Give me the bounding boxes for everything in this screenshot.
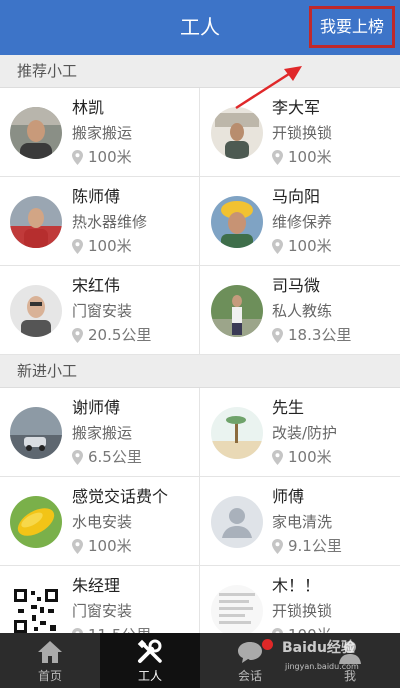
tab-workers[interactable]: 工人 (100, 633, 200, 688)
section-header-recommended: 推荐小工 (0, 55, 400, 88)
worker-card[interactable]: 陈师傅 热水器维修 100米 (0, 177, 200, 266)
worker-name: 朱经理 (72, 576, 121, 595)
distance-text: 100米 (288, 448, 332, 466)
avatar (10, 107, 62, 159)
distance-text: 11.5公里 (88, 625, 151, 633)
section-header-new: 新进小工 (0, 355, 400, 388)
distance-text: 100米 (288, 148, 332, 166)
avatar (211, 196, 263, 248)
worker-service: 水电安装 (72, 513, 133, 531)
tools-icon (137, 639, 162, 663)
worker-distance: 100米 (72, 536, 132, 556)
avatar (10, 196, 62, 248)
location-pin-icon (72, 327, 83, 343)
worker-name: 宋红伟 (72, 276, 121, 295)
worker-distance: 100米 (72, 236, 132, 256)
app-header: 工人 我要上榜 (0, 0, 400, 55)
worker-distance: 18.3公里 (272, 325, 351, 345)
worker-name: 李大军 (272, 98, 321, 117)
notification-badge (262, 639, 273, 650)
distance-text: 20.5公里 (88, 326, 152, 344)
worker-name: 马向阳 (272, 187, 321, 206)
tab-label: 首页 (37, 669, 62, 683)
worker-distance: 20.5公里 (72, 325, 151, 345)
avatar (211, 107, 263, 159)
location-pin-icon (72, 149, 83, 165)
worker-grid-new: 谢师傅 搬家搬运 6.5公里 先生 改装/防护 100米 感觉交话费个 水电安装… (0, 388, 400, 633)
worker-card[interactable]: 李大军 开锁换锁 100米 (200, 88, 400, 177)
location-pin-icon (272, 449, 283, 465)
distance-text: 18.3公里 (288, 326, 352, 344)
worker-name: 林凯 (72, 98, 105, 117)
location-pin-icon (272, 238, 283, 254)
worker-service: 家电清洗 (272, 513, 333, 531)
worker-card[interactable]: 谢师傅 搬家搬运 6.5公里 (0, 388, 200, 477)
location-pin-icon (72, 449, 83, 465)
chat-icon (238, 642, 262, 663)
worker-distance: 9.1公里 (272, 536, 342, 556)
worker-service: 开锁换锁 (272, 602, 333, 620)
distance-text: 100米 (288, 237, 332, 255)
avatar (10, 496, 62, 548)
location-pin-icon (72, 238, 83, 254)
distance-text: 100米 (288, 625, 332, 633)
worker-service: 开锁换锁 (272, 124, 333, 142)
location-pin-icon (272, 327, 283, 343)
location-pin-icon (72, 538, 83, 554)
worker-name: 谢师傅 (72, 398, 121, 417)
worker-name: 先生 (272, 398, 305, 417)
avatar (10, 285, 62, 337)
avatar (211, 585, 263, 633)
worker-distance: 100米 (272, 447, 332, 467)
avatar (211, 407, 263, 459)
worker-card[interactable]: 马向阳 维修保养 100米 (200, 177, 400, 266)
distance-text: 9.1公里 (288, 537, 342, 555)
tab-label: 工人 (137, 669, 162, 683)
worker-service: 门窗安装 (72, 302, 133, 320)
baidu-watermark-url: jingyan.baidu.com (285, 662, 359, 671)
worker-service: 改装/防护 (272, 424, 338, 442)
distance-text: 100米 (88, 537, 132, 555)
worker-service: 私人教练 (272, 302, 333, 320)
worker-card[interactable]: 木！！ 开锁换锁 100米 (200, 566, 400, 633)
worker-name: 木！！ (272, 576, 321, 595)
worker-card[interactable]: 先生 改装/防护 100米 (200, 388, 400, 477)
distance-text: 100米 (88, 148, 132, 166)
worker-name: 感觉交话费个 (72, 487, 169, 506)
worker-distance: 6.5公里 (72, 447, 142, 467)
location-pin-icon (272, 149, 283, 165)
worker-card[interactable]: 师傅 家电清洗 9.1公里 (200, 477, 400, 566)
worker-name: 司马微 (272, 276, 321, 295)
worker-service: 搬家搬运 (72, 124, 133, 142)
avatar (10, 407, 62, 459)
worker-list[interactable]: 推荐小工 林凯 搬家搬运 100米 李大军 开锁换锁 100米 陈师傅 热水器维… (0, 55, 400, 633)
worker-card[interactable]: 司马微 私人教练 18.3公里 (200, 266, 400, 355)
avatar (211, 285, 263, 337)
worker-distance: 100米 (272, 147, 332, 167)
distance-text: 100米 (88, 237, 132, 255)
worker-distance: 11.5公里 (72, 625, 151, 633)
worker-card[interactable]: 宋红伟 门窗安装 20.5公里 (0, 266, 200, 355)
rank-button[interactable]: 我要上榜 (309, 6, 395, 48)
worker-distance: 100米 (72, 147, 132, 167)
worker-service: 门窗安装 (72, 602, 133, 620)
worker-card[interactable]: 朱经理 门窗安装 11.5公里 (0, 566, 200, 633)
worker-service: 搬家搬运 (72, 424, 133, 442)
worker-service: 热水器维修 (72, 213, 148, 231)
worker-name: 师傅 (272, 487, 305, 506)
worker-card[interactable]: 感觉交话费个 水电安装 100米 (0, 477, 200, 566)
avatar (211, 496, 263, 548)
tab-home[interactable]: 首页 (0, 633, 100, 688)
worker-card[interactable]: 林凯 搬家搬运 100米 (0, 88, 200, 177)
worker-service: 维修保养 (272, 213, 333, 231)
worker-distance: 100米 (272, 236, 332, 256)
worker-grid-recommended: 林凯 搬家搬运 100米 李大军 开锁换锁 100米 陈师傅 热水器维修 100… (0, 88, 400, 355)
home-icon (38, 641, 62, 663)
location-pin-icon (272, 538, 283, 554)
distance-text: 6.5公里 (88, 448, 142, 466)
baidu-watermark: Baidu经验 (282, 640, 355, 656)
worker-name: 陈师傅 (72, 187, 121, 206)
qr-code-avatar (10, 585, 62, 633)
worker-distance: 100米 (272, 625, 332, 633)
